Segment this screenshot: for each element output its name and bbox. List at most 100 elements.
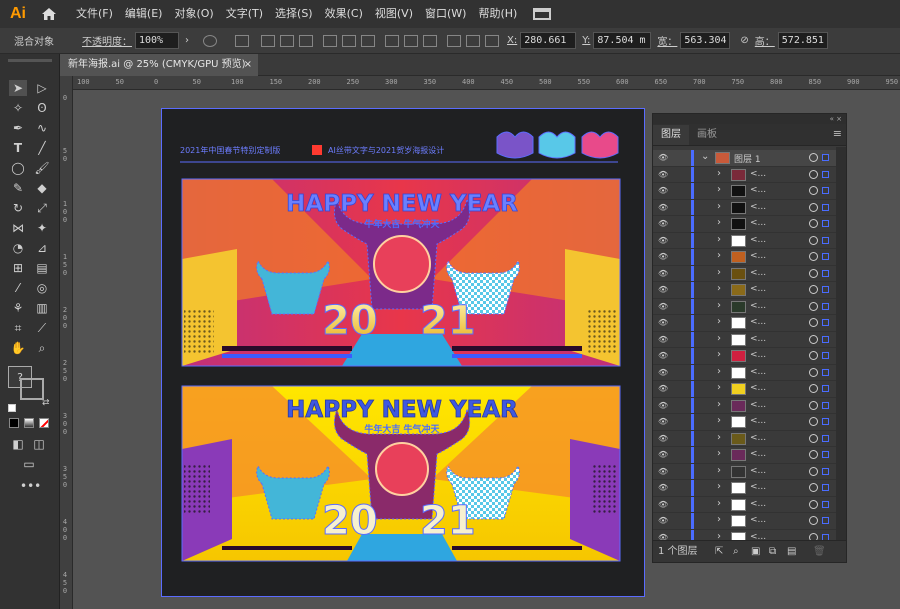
selection-indicator[interactable] <box>822 418 829 425</box>
brush-icon[interactable]: 🖌 <box>33 160 51 176</box>
selection-indicator[interactable] <box>822 451 829 458</box>
distribute-right-icon[interactable] <box>485 34 499 47</box>
sublayer-row[interactable]: 👁 › <... <box>653 232 836 249</box>
expand-chevron-icon[interactable]: › <box>717 399 721 410</box>
layer-name[interactable]: <... <box>750 350 766 360</box>
sublayer-row[interactable]: 👁 › <... <box>653 331 836 348</box>
align-vcenter-icon[interactable] <box>342 34 356 47</box>
sublayer-row[interactable]: 👁 › <... <box>653 397 836 414</box>
pen-icon[interactable]: ✒ <box>9 120 27 136</box>
swap-colors-icon[interactable]: ⇄ <box>42 398 50 408</box>
selection-indicator[interactable] <box>822 467 829 475</box>
shape-builder-icon[interactable]: ◔ <box>9 240 27 256</box>
sublayer-row[interactable]: 👁 › <... <box>653 265 836 282</box>
expand-chevron-icon[interactable]: › <box>717 217 721 228</box>
expand-chevron-icon[interactable]: › <box>717 465 721 476</box>
horizontal-ruler[interactable]: 100 50 0 50 100 150 200 250 300 350 400 450 500 550 60… <box>73 76 900 90</box>
menu-edit[interactable]: 编辑(E) <box>119 0 169 28</box>
eye-icon[interactable]: 👁 <box>658 417 668 426</box>
selection-indicator[interactable] <box>822 220 829 227</box>
target-circle-icon[interactable] <box>809 186 818 195</box>
document-tab[interactable]: 新年海报.ai @ 25% (CMYK/GPU 预览) × <box>60 54 258 76</box>
target-circle-icon[interactable] <box>809 252 818 261</box>
sublayer-row[interactable]: 👁 › <... <box>653 414 836 431</box>
target-circle-icon[interactable] <box>809 318 818 327</box>
expand-chevron-icon[interactable]: › <box>717 316 721 327</box>
distribute-bottom-icon[interactable] <box>423 34 437 47</box>
layer-name[interactable]: 图层 1 <box>734 152 761 165</box>
selection-indicator[interactable] <box>822 500 829 508</box>
type-icon[interactable]: T <box>9 140 27 156</box>
expand-chevron-icon[interactable]: › <box>717 432 721 443</box>
selection-indicator[interactable] <box>822 187 829 194</box>
opacity-field[interactable]: 100% <box>135 32 179 49</box>
layer-name[interactable]: <... <box>750 367 766 377</box>
eye-icon[interactable]: 👁 <box>658 401 668 410</box>
expand-chevron-icon[interactable]: › <box>717 366 721 377</box>
selection-indicator[interactable] <box>822 368 829 376</box>
eye-icon[interactable]: 👁 <box>658 302 668 311</box>
sublayer-row[interactable]: 👁 › <... <box>653 216 836 233</box>
artboard[interactable]: 2021年中国春节特别定制版 AI丝带文字与2021贺岁海报设计 HAPPY N… <box>161 108 645 597</box>
selection-indicator[interactable] <box>822 302 829 310</box>
layer-name[interactable]: <... <box>750 185 766 195</box>
eye-icon[interactable]: 👁 <box>658 467 668 476</box>
target-circle-icon[interactable] <box>809 202 818 212</box>
target-circle-icon[interactable] <box>809 301 818 311</box>
layer-name[interactable]: <... <box>750 301 766 311</box>
layer-name[interactable]: <... <box>750 449 766 459</box>
expand-chevron-icon[interactable]: › <box>717 168 721 179</box>
align-hcenter-icon[interactable] <box>280 34 294 47</box>
sublayer-row[interactable]: 👁 › <... <box>653 364 836 381</box>
align-top-icon[interactable] <box>323 34 337 47</box>
eye-icon[interactable]: 👁 <box>658 236 668 245</box>
eye-icon[interactable]: 👁 <box>658 500 668 509</box>
target-circle-icon[interactable] <box>809 334 818 344</box>
eye-icon[interactable]: 👁 <box>658 285 668 294</box>
target-circle-icon[interactable] <box>809 400 818 410</box>
toolbar-grip[interactable] <box>8 59 52 62</box>
sublayer-row[interactable]: 👁 › <... <box>653 463 836 480</box>
sublayer-row[interactable]: 👁 › <... <box>653 315 836 332</box>
clipping-mask-icon[interactable]: ▣ <box>751 541 760 563</box>
tab-layers[interactable]: 图层 <box>653 125 689 145</box>
layer-name[interactable]: <... <box>750 235 766 245</box>
link-proportions-icon[interactable]: ⊘ <box>740 35 748 46</box>
eye-icon[interactable]: 👁 <box>658 434 668 443</box>
sublayer-row[interactable]: 👁 › <... <box>653 199 836 216</box>
layer-row-top[interactable]: 👁 ⌄ 图层 1 <box>653 150 836 167</box>
selection-indicator[interactable] <box>822 352 829 359</box>
sublayer-row[interactable]: 👁 › <... <box>653 282 836 299</box>
selection-indicator[interactable] <box>822 170 829 178</box>
target-circle-icon[interactable] <box>809 417 818 426</box>
selection-indicator[interactable] <box>822 484 829 491</box>
draw-inside-icon[interactable]: ◫ <box>30 436 48 452</box>
selection-indicator[interactable] <box>822 269 829 277</box>
eye-icon[interactable]: 👁 <box>658 170 668 179</box>
none-mode-icon[interactable] <box>39 418 49 428</box>
sublayer-row[interactable]: 👁 › <... <box>653 513 836 530</box>
layer-name[interactable]: <... <box>750 499 766 509</box>
sublayer-row[interactable]: 👁 › <... <box>653 496 836 513</box>
sublayer-row[interactable]: 👁 › <... <box>653 249 836 266</box>
expand-chevron-icon[interactable]: › <box>717 184 721 195</box>
target-circle-icon[interactable] <box>809 516 818 525</box>
expand-chevron-icon[interactable]: › <box>717 382 721 393</box>
eye-icon[interactable]: 👁 <box>658 219 668 228</box>
screen-mode-icon[interactable]: ▭ <box>20 456 38 472</box>
layer-name[interactable]: <... <box>750 169 766 179</box>
expand-chevron-icon[interactable]: › <box>717 300 721 311</box>
distribute-top-icon[interactable] <box>385 34 399 47</box>
rotate-icon[interactable]: ↻ <box>9 200 27 216</box>
sublayer-row[interactable]: 👁 › <... <box>653 430 836 447</box>
more-tools-icon[interactable]: ••• <box>20 478 41 494</box>
menu-window[interactable]: 窗口(W) <box>419 0 472 28</box>
lasso-icon[interactable]: ʘ <box>33 100 51 116</box>
direct-selection-icon[interactable]: ▷ <box>33 80 51 96</box>
layer-name[interactable]: <... <box>750 251 766 261</box>
delete-icon[interactable]: 🗑 <box>813 541 826 563</box>
eye-icon[interactable]: 👁 <box>658 335 668 344</box>
eraser-icon[interactable]: ◆ <box>33 180 51 196</box>
selection-indicator[interactable] <box>822 434 829 442</box>
expand-chevron-icon[interactable]: › <box>717 514 721 525</box>
